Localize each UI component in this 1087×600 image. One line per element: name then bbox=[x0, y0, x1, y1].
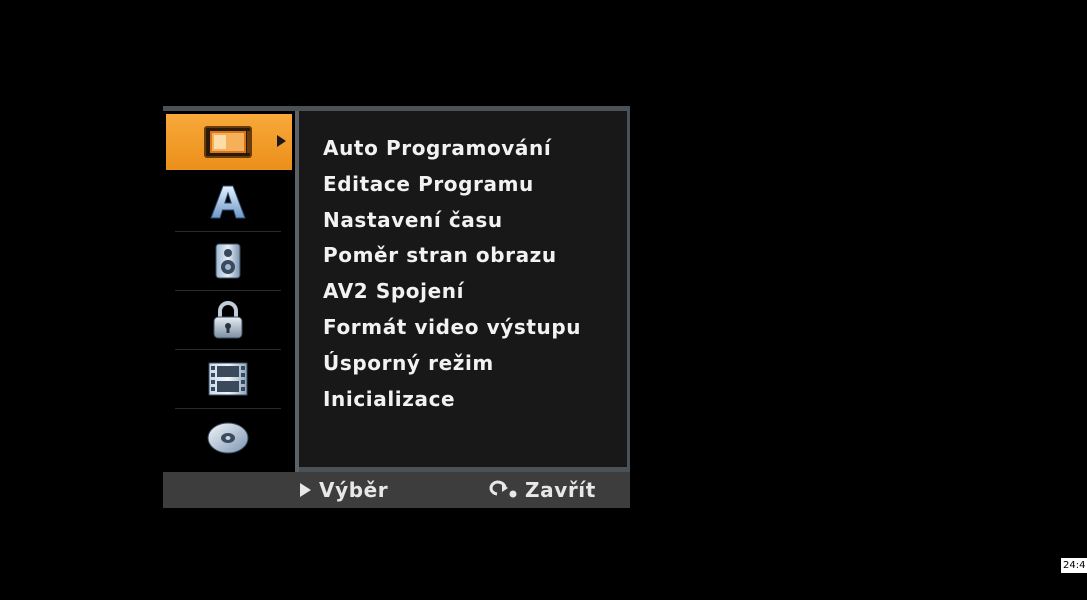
play-icon bbox=[300, 483, 311, 497]
tv-screen-icon bbox=[204, 126, 252, 158]
menu-option-list: Auto Programování Editace Programu Nasta… bbox=[299, 111, 627, 417]
menu-footer: Výběr Zavřít bbox=[163, 472, 630, 508]
return-icon bbox=[489, 480, 517, 498]
close-hint[interactable]: Zavřít bbox=[489, 472, 596, 508]
menu-item-auto-programming[interactable]: Auto Programování bbox=[323, 131, 627, 167]
menu-content-panel: Auto Programování Editace Programu Nasta… bbox=[299, 111, 630, 472]
category-sidebar bbox=[163, 111, 295, 472]
clock-overlay: 24:4 bbox=[1061, 558, 1087, 573]
menu-item-time-setting[interactable]: Nastavení času bbox=[323, 203, 627, 239]
tv-screen: Auto Programování Editace Programu Nasta… bbox=[0, 0, 1087, 600]
menu-item-video-output-format[interactable]: Formát video výstupu bbox=[323, 310, 627, 346]
menu-item-program-edit[interactable]: Editace Programu bbox=[323, 167, 627, 203]
sidebar-item-lock[interactable] bbox=[175, 291, 281, 350]
sidebar-item-disc[interactable] bbox=[175, 409, 281, 467]
close-label: Zavřít bbox=[525, 478, 596, 502]
sidebar-item-recording[interactable] bbox=[175, 350, 281, 409]
lock-icon bbox=[213, 301, 243, 339]
menu-item-initialization[interactable]: Inicializace bbox=[323, 382, 627, 418]
sidebar-item-language[interactable] bbox=[175, 173, 281, 232]
sidebar-item-audio[interactable] bbox=[175, 232, 281, 291]
speaker-icon bbox=[215, 243, 241, 279]
film-strip-icon bbox=[208, 362, 248, 396]
setup-menu: Auto Programování Editace Programu Nasta… bbox=[163, 106, 630, 508]
menu-item-power-save-mode[interactable]: Úsporný režim bbox=[323, 346, 627, 382]
submenu-arrow-icon bbox=[277, 135, 286, 147]
letter-a-icon bbox=[210, 185, 246, 219]
disc-icon bbox=[207, 422, 249, 454]
menu-item-aspect-ratio[interactable]: Poměr stran obrazu bbox=[323, 238, 627, 274]
menu-item-av2-connection[interactable]: AV2 Spojení bbox=[323, 274, 627, 310]
select-label: Výběr bbox=[319, 478, 389, 502]
select-hint[interactable]: Výběr bbox=[300, 472, 388, 508]
sidebar-item-general[interactable] bbox=[166, 114, 292, 170]
